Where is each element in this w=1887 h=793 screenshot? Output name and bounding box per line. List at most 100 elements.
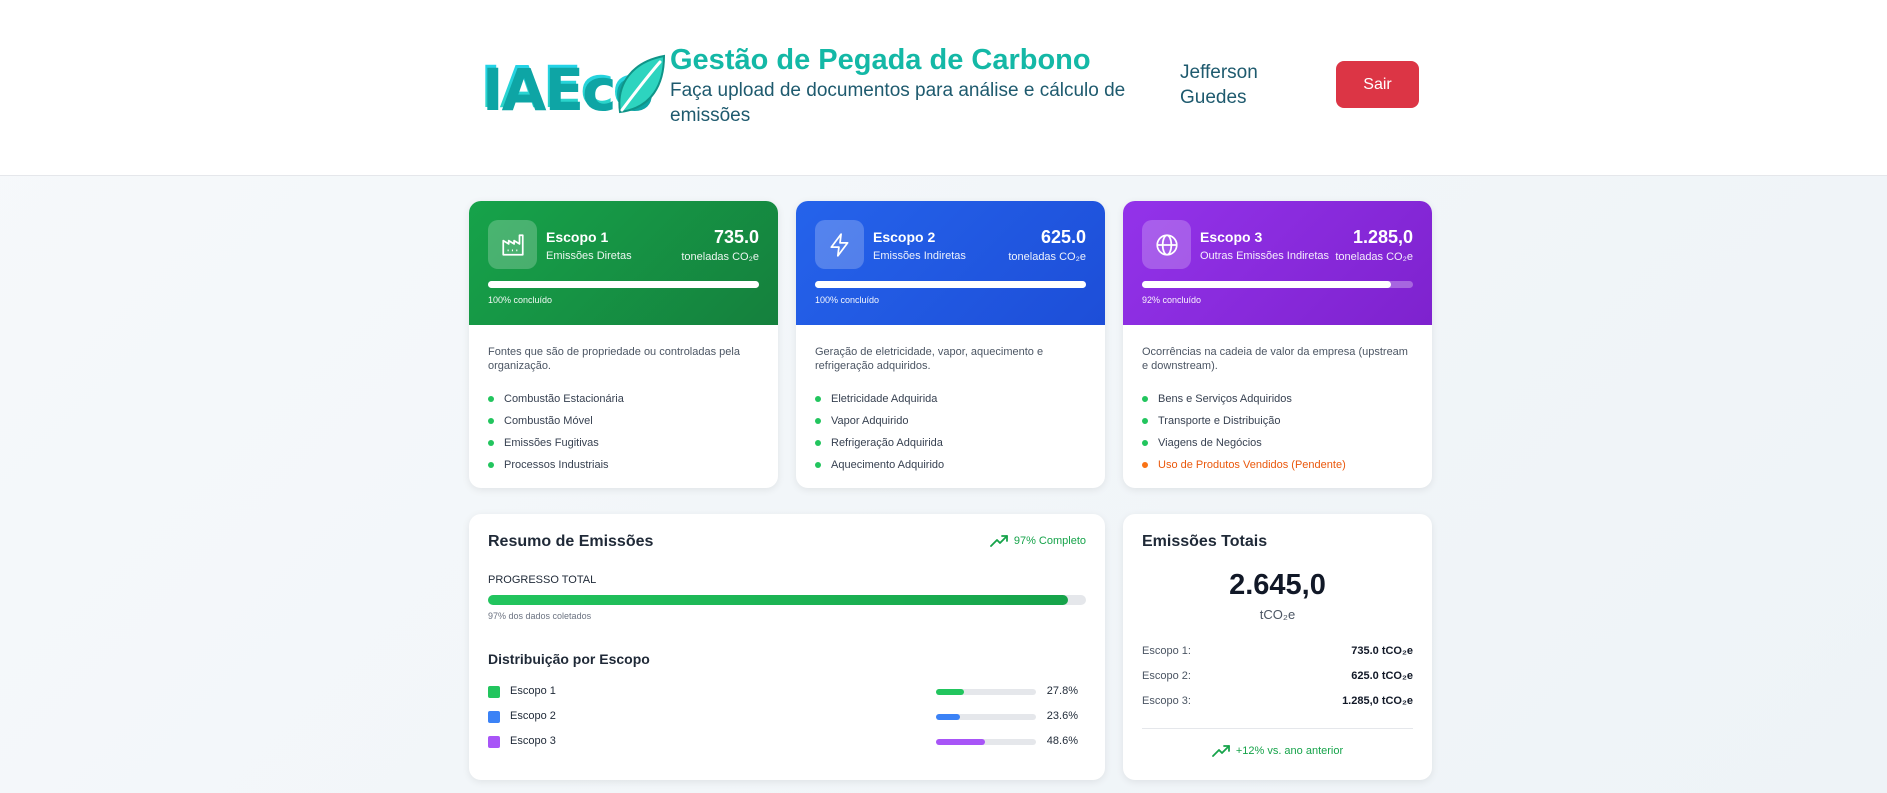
scope-source-label: Processos Industriais <box>504 459 609 471</box>
scope-source-label: Combustão Móvel <box>504 415 593 427</box>
scope-total-row: Escopo 2: 625.0 tCO₂e <box>1142 670 1413 686</box>
scope-source-label: Emissões Fugitivas <box>504 437 599 449</box>
divider <box>1142 728 1413 729</box>
scope-description: Emissões Indiretas <box>873 250 966 262</box>
scope-progress-bar <box>488 281 759 288</box>
scope-source-item: Processos Industriais <box>488 454 759 476</box>
bullet-dot <box>488 396 494 402</box>
iaeco-logo: IAEco <box>480 52 668 122</box>
scope-source-label: Eletricidade Adquirida <box>831 393 938 405</box>
scope-unit: toneladas CO₂e <box>1335 251 1413 263</box>
scope-value: 1.285,0 <box>1352 227 1413 247</box>
distribution-percent: 23.6% <box>1046 710 1078 722</box>
scope-source-label: Vapor Adquirido <box>831 415 909 427</box>
totals-title: Emissões Totais <box>1142 533 1268 550</box>
scope-name: Escopo 3 <box>1200 229 1263 245</box>
scope-source-item: Vapor Adquirido <box>815 410 1086 432</box>
scope-total-label: Escopo 2: <box>1142 670 1191 682</box>
trending-up-icon <box>989 535 1008 547</box>
scope-source-item: Viagens de Negócios <box>1142 432 1413 454</box>
scope-source-item: Emissões Fugitivas <box>488 432 759 454</box>
scope-value: 735.0 <box>713 227 759 247</box>
scope-unit: toneladas CO₂e <box>681 251 759 263</box>
distribution-percent: 27.8% <box>1046 685 1078 697</box>
distribution-row: Escopo 3 48.6% <box>488 733 1086 753</box>
bullet-dot <box>488 462 494 468</box>
scope-progress-fill <box>815 281 1086 288</box>
scope-source-item: Bens e Serviços Adquiridos <box>1142 388 1413 410</box>
scope-description: Outras Emissões Indiretas <box>1200 250 1329 262</box>
scope-source-item: Uso de Produtos Vendidos (Pendente) <box>1142 454 1413 476</box>
scope-card-2: Escopo 2 Emissões Indiretas 625.0 toneladas… <box>796 201 1105 488</box>
scope-source-item: Transporte e Distribuição <box>1142 410 1413 432</box>
scope-progress-bar <box>1142 281 1413 288</box>
summary-title: Resumo de Emissões <box>488 533 654 550</box>
page-subtitle: Faça upload de documentos para análise e… <box>670 80 1126 126</box>
scope-source-item: Eletricidade Adquirida <box>815 388 1086 410</box>
distribution-title: Distribuição por Escopo <box>488 651 650 667</box>
scope-progress-fill <box>488 281 759 288</box>
scope-card-header: Escopo 2 Emissões Indiretas 625.0 toneladas… <box>796 201 1105 325</box>
page-title: Gestão de Pegada de Carbono <box>670 44 1091 76</box>
scope-progress-label: 100% concluído <box>488 295 553 305</box>
trending-up-icon <box>1211 745 1230 757</box>
distribution-bar <box>936 714 1036 720</box>
completion-label: 97% Completo <box>1013 535 1086 547</box>
scope-name: Escopo 2 <box>873 229 936 245</box>
scope-source-item: Combustão Estacionária <box>488 388 759 410</box>
scope-source-label: Combustão Estacionária <box>504 393 624 405</box>
leaf-icon <box>618 54 666 114</box>
logout-button[interactable]: Sair <box>1336 61 1419 108</box>
total-progress-note: 97% dos dados coletados <box>488 611 592 621</box>
bullet-dot <box>815 418 821 424</box>
distribution-row: Escopo 1 27.8% <box>488 683 1086 703</box>
scope-card-body: Geração de eletricidade, vapor, aquecime… <box>796 325 1105 476</box>
bullet-dot <box>815 396 821 402</box>
bullet-dot <box>488 418 494 424</box>
legend-swatch <box>488 686 500 698</box>
scope-source-list: Eletricidade Adquirida Vapor Adquirido Ref… <box>815 388 1086 476</box>
scope-total-value: 625.0 tCO₂e <box>1351 670 1413 682</box>
legend-swatch <box>488 711 500 723</box>
scope-total-value: 1.285,0 tCO₂e <box>1342 695 1413 707</box>
growth-label: +12% vs. ano anterior <box>1235 745 1344 757</box>
total-emissions-unit: tCO₂e <box>1259 607 1296 622</box>
scope-source-list: Bens e Serviços Adquiridos Transporte e D… <box>1142 388 1413 476</box>
bullet-dot <box>1142 396 1148 402</box>
scope-card-body: Ocorrências na cadeia de valor da empres… <box>1123 325 1432 476</box>
factory-icon <box>488 220 537 269</box>
distribution-bar-fill <box>936 739 985 745</box>
scope-definition: Geração de eletricidade, vapor, aquecime… <box>815 346 1044 372</box>
total-progress-fill <box>488 595 1069 605</box>
scope-source-item: Combustão Móvel <box>488 410 759 432</box>
scope-unit: toneladas CO₂e <box>1008 251 1086 263</box>
scope-description: Emissões Diretas <box>546 250 632 262</box>
scope-source-label: Aquecimento Adquirido <box>831 459 945 471</box>
total-emissions-panel: Emissões Totais 2.645,0 tCO₂e Escopo 1: 7… <box>1123 514 1432 780</box>
bullet-dot <box>1142 418 1148 424</box>
growth-indicator: +12% vs. ano anterior <box>1123 745 1432 757</box>
bullet-dot <box>1142 462 1148 468</box>
legend-swatch <box>488 736 500 748</box>
distribution-bar-fill <box>936 714 960 720</box>
total-progress-bar <box>488 595 1086 605</box>
scope-source-label: Uso de Produtos Vendidos (Pendente) <box>1158 459 1346 471</box>
scope-source-item: Refrigeração Adquirida <box>815 432 1086 454</box>
scope-source-label: Viagens de Negócios <box>1158 437 1262 449</box>
scope-card-3: Escopo 3 Outras Emissões Indiretas 1.285,0… <box>1123 201 1432 488</box>
globe-icon <box>1142 220 1191 269</box>
scope-progress-bar <box>815 281 1086 288</box>
scope-definition: Fontes que são de propriedade ou control… <box>488 346 740 372</box>
scope-total-value: 735.0 tCO₂e <box>1351 645 1413 657</box>
scope-total-row: Escopo 3: 1.285,0 tCO₂e <box>1142 695 1413 711</box>
scope-source-label: Refrigeração Adquirida <box>831 437 943 449</box>
scope-total-label: Escopo 3: <box>1142 695 1191 707</box>
scope-source-list: Combustão Estacionária Combustão Móvel Emi… <box>488 388 759 476</box>
scope-definition: Ocorrências na cadeia de valor da empres… <box>1142 346 1408 372</box>
scope-card-header: Escopo 1 Emissões Diretas 735.0 toneladas C… <box>469 201 778 325</box>
scope-source-label: Transporte e Distribuição <box>1158 415 1281 427</box>
scope-total-label: Escopo 1: <box>1142 645 1191 657</box>
scope-progress-fill <box>1142 281 1392 288</box>
bullet-dot <box>488 440 494 446</box>
lightning-icon <box>815 220 864 269</box>
